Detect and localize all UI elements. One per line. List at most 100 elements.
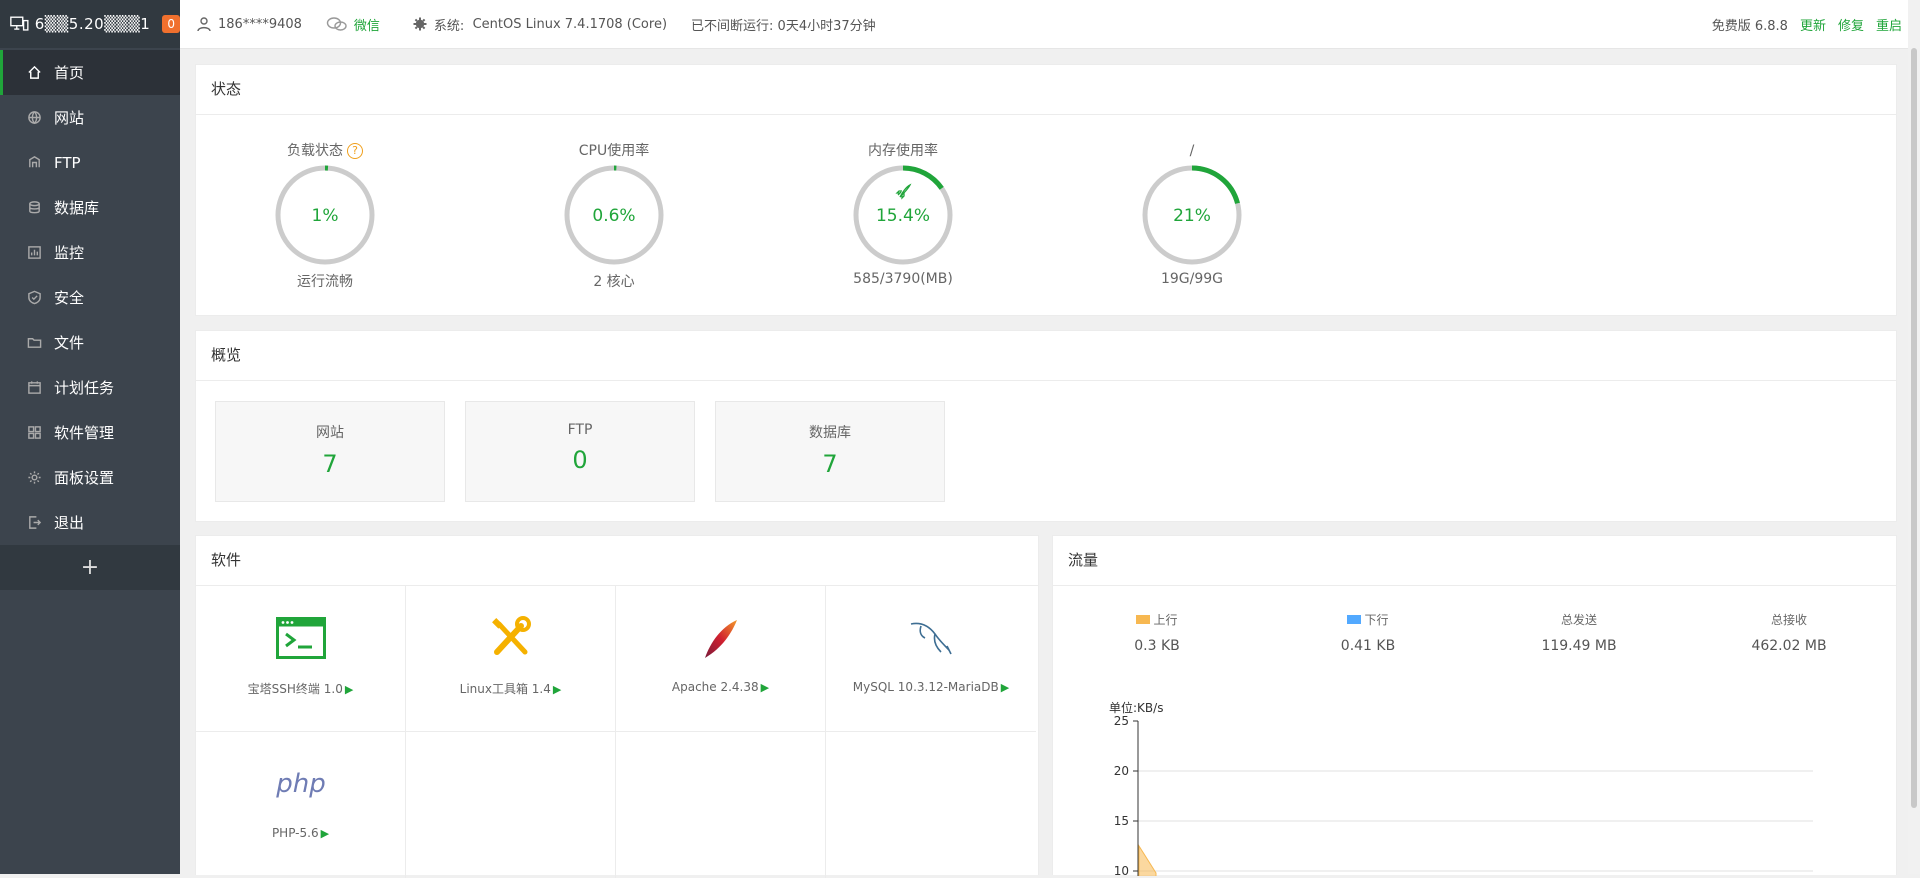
sidebar-item-cron[interactable]: 计划任务 — [0, 365, 180, 410]
traffic-download: 下行 0.41 KB — [1268, 611, 1468, 654]
traffic-panel: 流量 上行 0.3 KB 下行 0.41 KB 总发送 119.49 MB 总接… — [1052, 535, 1897, 875]
terminal-icon — [276, 617, 326, 659]
overview-value: 7 — [716, 450, 944, 478]
play-icon[interactable]: ▶ — [1001, 681, 1009, 694]
traffic-value: 119.49 MB — [1479, 638, 1679, 654]
sidebar-item-monitor[interactable]: 监控 — [0, 230, 180, 275]
software-panel: 软件 宝塔SSH终端 1.0▶ — [195, 535, 1039, 875]
software-empty-slot — [406, 732, 616, 878]
overview-label: 数据库 — [716, 422, 944, 442]
sidebar-item-ftp[interactable]: FTP — [0, 140, 180, 185]
home-icon — [27, 65, 42, 80]
upload-swatch — [1136, 615, 1150, 624]
server-header: 6▒▒5.20▒▒▒1 0 — [0, 0, 180, 48]
disk-ring: 21% — [1140, 163, 1244, 267]
load-gauge[interactable]: 负载状态? 1% 运行流畅 — [225, 141, 425, 291]
overview-website-box[interactable]: 网站 7 — [215, 401, 445, 502]
disk-value: 21% — [1173, 206, 1211, 226]
gear-icon — [27, 470, 42, 485]
y-tick-label: 10 — [1114, 864, 1129, 876]
sidebar-item-settings[interactable]: 面板设置 — [0, 455, 180, 500]
chart-unit-label: 单位:KB/s — [1109, 699, 1163, 716]
wechat-link[interactable]: 微信 — [326, 15, 380, 34]
wechat-icon — [326, 16, 348, 32]
load-ring: 1% — [273, 163, 377, 267]
memory-gauge[interactable]: 内存使用率 15.4% 585/3790(MB) — [803, 141, 1003, 287]
header-actions: 免费版 6.8.8 更新 修复 重启 — [1712, 15, 1908, 34]
notification-badge[interactable]: 0 — [162, 15, 180, 33]
overview-ftp-box[interactable]: FTP 0 — [465, 401, 695, 502]
memory-gauge-title: 内存使用率 — [803, 141, 1003, 161]
ftp-icon — [27, 155, 42, 170]
restart-link[interactable]: 重启 — [1876, 15, 1902, 34]
sidebar-item-security[interactable]: 安全 — [0, 275, 180, 320]
overview-value: 7 — [216, 450, 444, 478]
traffic-label: 下行 — [1364, 611, 1388, 628]
sidebar-item-files[interactable]: 文件 — [0, 320, 180, 365]
user-icon — [196, 16, 212, 32]
play-icon[interactable]: ▶ — [321, 827, 329, 840]
rocket-icon[interactable] — [897, 185, 910, 198]
play-icon[interactable]: ▶ — [553, 683, 561, 696]
repair-link[interactable]: 修复 — [1838, 15, 1864, 34]
monitor-chart-icon — [27, 245, 42, 260]
sidebar-item-software[interactable]: 软件管理 — [0, 410, 180, 455]
software-name: PHP-5.6 — [272, 826, 319, 840]
traffic-total-sent: 总发送 119.49 MB — [1479, 611, 1679, 654]
sidebar-item-label: 网站 — [54, 107, 84, 128]
server-ip: 6▒▒5.20▒▒▒1 — [35, 15, 151, 33]
disk-arc — [1192, 168, 1238, 203]
cpu-ring: 0.6% — [562, 163, 666, 267]
tools-icon — [489, 616, 533, 660]
sidebar-item-home[interactable]: 首页 — [0, 50, 180, 95]
y-tick-label: 20 — [1114, 764, 1129, 778]
traffic-label: 上行 — [1153, 611, 1177, 628]
scrollbar-thumb[interactable] — [1911, 48, 1917, 808]
memory-ring: 15.4% — [851, 163, 955, 267]
folder-icon — [27, 335, 42, 350]
sidebar-item-label: 数据库 — [54, 197, 99, 218]
add-shortcut-button[interactable]: + — [0, 545, 180, 590]
cpu-gauge[interactable]: CPU使用率 0.6% 2 核心 — [514, 141, 714, 291]
database-icon — [27, 200, 42, 215]
sidebar-item-label: 计划任务 — [54, 377, 114, 398]
gear-icon — [412, 16, 428, 32]
wechat-label: 微信 — [354, 15, 380, 34]
sidebar-item-logout[interactable]: 退出 — [0, 500, 180, 545]
traffic-upload: 上行 0.3 KB — [1057, 611, 1257, 654]
software-linux-toolbox[interactable]: Linux工具箱 1.4▶ — [406, 586, 616, 732]
sidebar-item-label: 监控 — [54, 242, 84, 263]
overview-title: 概览 — [196, 331, 1896, 381]
overview-database-box[interactable]: 数据库 7 — [715, 401, 945, 502]
play-icon[interactable]: ▶ — [345, 683, 353, 696]
logout-icon — [27, 515, 42, 530]
user-info[interactable]: 186****9408 — [196, 16, 302, 32]
software-title: 软件 — [196, 536, 1038, 586]
traffic-title: 流量 — [1053, 536, 1896, 586]
software-php[interactable]: php PHP-5.6▶ — [196, 732, 406, 878]
system-label: 系统: — [434, 15, 464, 34]
play-icon[interactable]: ▶ — [761, 681, 769, 694]
traffic-total-received: 总接收 462.02 MB — [1689, 611, 1889, 654]
software-apache[interactable]: Apache 2.4.38▶ — [616, 586, 826, 732]
mysql-dolphin-icon — [907, 618, 955, 658]
scrollbar[interactable] — [1908, 0, 1920, 874]
memory-value: 15.4% — [876, 206, 930, 226]
top-header: 186****9408 微信 系统: CentOS Linux 7.4.1708… — [180, 0, 1908, 49]
software-mysql[interactable]: MySQL 10.3.12-MariaDB▶ — [826, 586, 1036, 732]
shield-icon — [27, 290, 42, 305]
disk-gauge[interactable]: / 21% 19G/99G — [1092, 141, 1292, 287]
grid-icon — [27, 425, 42, 440]
sidebar-item-database[interactable]: 数据库 — [0, 185, 180, 230]
cpu-gauge-title: CPU使用率 — [514, 141, 714, 161]
sidebar-item-label: 面板设置 — [54, 467, 114, 488]
help-icon[interactable]: ? — [347, 143, 363, 159]
software-empty-slot — [826, 732, 1036, 878]
software-ssh-terminal[interactable]: 宝塔SSH终端 1.0▶ — [196, 586, 406, 732]
cpu-value: 0.6% — [592, 206, 635, 226]
y-tick-label: 15 — [1114, 814, 1129, 828]
update-link[interactable]: 更新 — [1800, 15, 1826, 34]
software-name: Apache 2.4.38 — [672, 680, 759, 694]
sidebar-item-website[interactable]: 网站 — [0, 95, 180, 140]
php-icon: php — [271, 766, 331, 802]
